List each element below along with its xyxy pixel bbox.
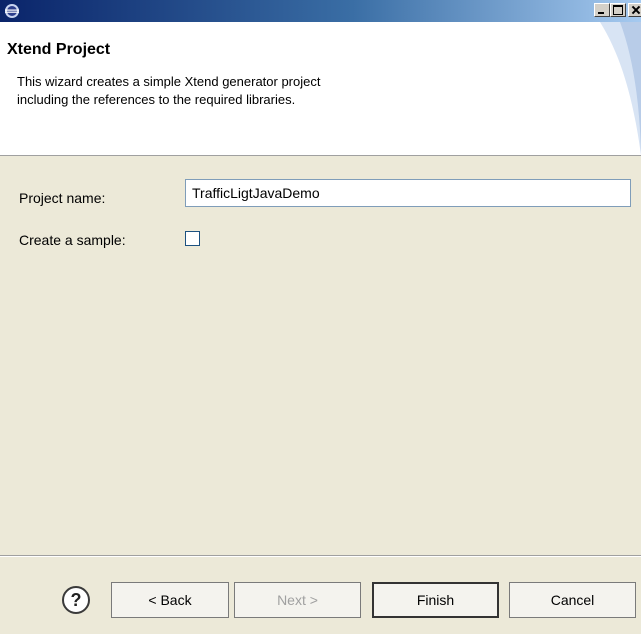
finish-button[interactable]: Finish xyxy=(372,582,499,618)
create-sample-checkbox[interactable] xyxy=(185,231,200,246)
wizard-dialog: Xtend Project This wizard creates a simp… xyxy=(0,0,641,634)
title-bar[interactable] xyxy=(0,0,641,22)
banner-graphic xyxy=(600,22,641,155)
minimize-button[interactable] xyxy=(594,3,610,17)
maximize-button[interactable] xyxy=(610,3,626,17)
create-sample-label: Create a sample: xyxy=(19,232,126,248)
wizard-title: Xtend Project xyxy=(7,41,111,58)
project-name-input[interactable] xyxy=(185,179,631,207)
back-button[interactable]: < Back xyxy=(111,582,229,618)
eclipse-icon xyxy=(5,4,19,18)
next-button[interactable]: Next > xyxy=(234,582,361,618)
wizard-description: This wizard creates a simple Xtend gener… xyxy=(17,73,537,109)
wizard-description-line-2: including the references to the required… xyxy=(17,92,296,107)
project-name-label: Project name: xyxy=(19,190,106,206)
button-bar-divider-highlight xyxy=(0,556,641,557)
cancel-button[interactable]: Cancel xyxy=(509,582,636,618)
help-icon[interactable]: ? xyxy=(62,586,90,614)
close-button[interactable] xyxy=(628,3,641,17)
wizard-description-line-1: This wizard creates a simple Xtend gener… xyxy=(17,74,321,89)
